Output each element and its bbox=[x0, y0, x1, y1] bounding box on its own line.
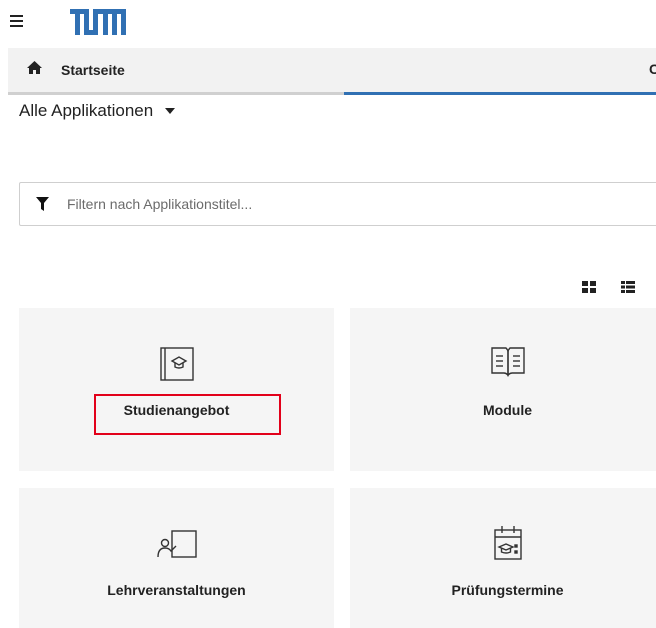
study-offer-icon bbox=[158, 345, 196, 388]
tile-label: Studienangebot bbox=[123, 402, 230, 418]
filter-icon bbox=[36, 197, 49, 216]
home-icon[interactable] bbox=[26, 60, 43, 80]
grid-view-icon[interactable] bbox=[582, 280, 596, 298]
tile-label: Module bbox=[483, 402, 532, 418]
tum-logo[interactable] bbox=[70, 9, 126, 40]
filter-box bbox=[19, 182, 656, 226]
breadcrumb-startseite[interactable]: Startseite bbox=[61, 62, 125, 78]
filter-input[interactable] bbox=[65, 183, 629, 225]
lecture-icon bbox=[156, 528, 198, 565]
hamburger-icon[interactable] bbox=[10, 12, 24, 30]
breadcrumb: Startseite C bbox=[8, 48, 656, 92]
tile-label: Prüfungstermine bbox=[451, 582, 564, 598]
applications-dropdown[interactable]: Alle Applikationen bbox=[19, 101, 176, 121]
tile-module[interactable]: Module bbox=[350, 308, 656, 471]
tile-lehrveranstaltungen[interactable]: Lehrveranstaltungen bbox=[19, 488, 334, 628]
open-book-icon bbox=[490, 345, 526, 382]
caret-down-icon bbox=[165, 108, 176, 114]
top-bar bbox=[0, 0, 656, 48]
list-view-icon[interactable] bbox=[621, 280, 635, 298]
section-title: Alle Applikationen bbox=[19, 101, 154, 120]
exam-calendar-icon bbox=[491, 524, 525, 567]
tile-pruefungstermine[interactable]: Prüfungstermine bbox=[350, 488, 656, 628]
breadcrumb-accent-line bbox=[344, 92, 656, 95]
breadcrumb-right-fragment: C bbox=[649, 61, 656, 77]
tum-logo-icon bbox=[70, 9, 126, 35]
breadcrumb-underline bbox=[8, 92, 344, 95]
tile-label: Lehrveranstaltungen bbox=[107, 582, 246, 598]
tile-studienangebot[interactable]: Studienangebot bbox=[19, 308, 334, 471]
